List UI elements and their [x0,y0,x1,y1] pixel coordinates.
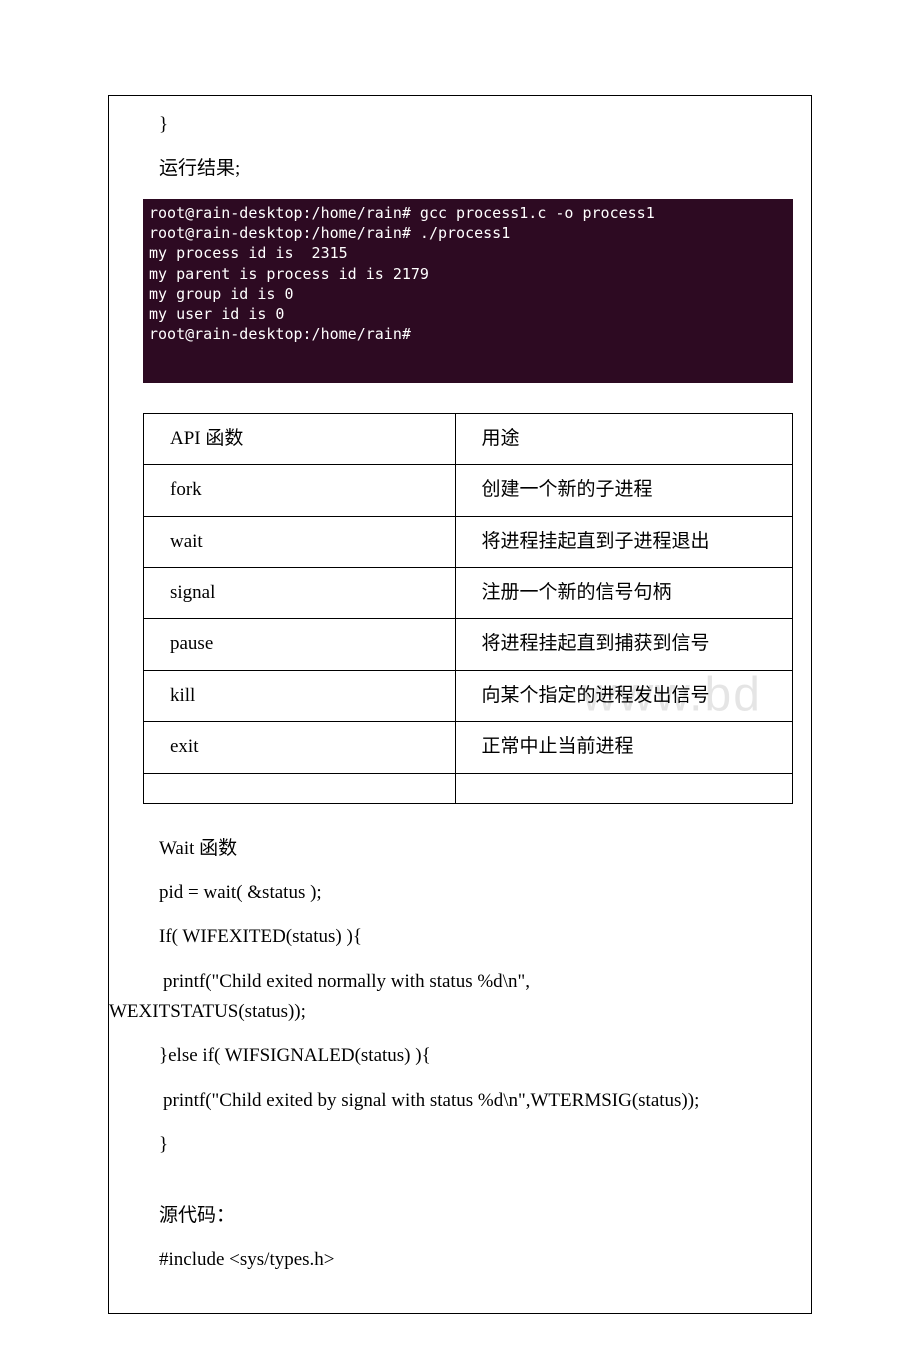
code-body: Wait 函数 pid = wait( &status ); If( WIFEX… [143,834,793,1276]
table-cell-text: kill [170,685,195,706]
run-result-label: 运行结果; [143,154,793,184]
code-line: pid = wait( &status ); [143,878,793,908]
table-cell [455,773,792,803]
terminal-line: root@rain-desktop:/home/rain# ./process1 [149,224,510,242]
terminal-line: my parent is process id is 2179 [149,265,429,283]
table-row [144,773,793,803]
code-line: printf("Child exited normally with statu… [143,967,793,997]
code-line: #include <sys/types.h> [143,1245,793,1275]
document-page: } 运行结果; root@rain-desktop:/home/rain# gc… [0,0,920,1354]
table-cell: pause [144,619,456,670]
code-line: }else if( WIFSIGNALED(status) ){ [143,1041,793,1071]
table-cell: exit [144,722,456,773]
terminal-line: root@rain-desktop:/home/rain# gcc proces… [149,204,655,222]
code-close-brace: } [143,110,793,140]
terminal-line: my user id is 0 [149,305,284,323]
table-row: wait 将进程挂起直到子进程退出 [144,516,793,567]
table-row: fork 创建一个新的子进程 [144,465,793,516]
table-header-api: API 函数 [144,413,456,464]
table-cell: 创建一个新的子进程 [455,465,792,516]
code-line: WEXITSTATUS(status)); [109,997,793,1027]
code-line: } [143,1130,793,1160]
table-row: pause 将进程挂起直到捕获到信号 [144,619,793,670]
table-row: API 函数 用途 [144,413,793,464]
table-cell: fork [144,465,456,516]
source-heading: 源代码： [143,1201,793,1231]
api-table: API 函数 用途 fork 创建一个新的子进程 wait 将进程挂起直到子进程… [143,413,793,804]
wait-heading: Wait 函数 [143,834,793,864]
table-cell: 注册一个新的信号句柄 [455,567,792,618]
table-cell: wait [144,516,456,567]
code-line: If( WIFEXITED(status) ){ [143,922,793,952]
table-row: exit 正常中止当前进程 [144,722,793,773]
terminal-line: my process id is 2315 [149,244,348,262]
table-row: signal 注册一个新的信号句柄 [144,567,793,618]
table-row: kill www.bd 向某个指定的进程发出信号 [144,670,793,721]
table-cell: kill www.bd [144,670,456,721]
content-frame: } 运行结果; root@rain-desktop:/home/rain# gc… [108,95,812,1314]
terminal-output: root@rain-desktop:/home/rain# gcc proces… [143,199,793,383]
table-cell: 将进程挂起直到捕获到信号 [455,619,792,670]
table-cell: signal [144,567,456,618]
terminal-line: my group id is 0 [149,285,294,303]
table-cell [144,773,456,803]
table-cell: 正常中止当前进程 [455,722,792,773]
table-header-usage: 用途 [455,413,792,464]
table-cell: 向某个指定的进程发出信号 [455,670,792,721]
code-line: printf("Child exited by signal with stat… [143,1086,793,1116]
table-cell: 将进程挂起直到子进程退出 [455,516,792,567]
terminal-line: root@rain-desktop:/home/rain# [149,325,411,343]
